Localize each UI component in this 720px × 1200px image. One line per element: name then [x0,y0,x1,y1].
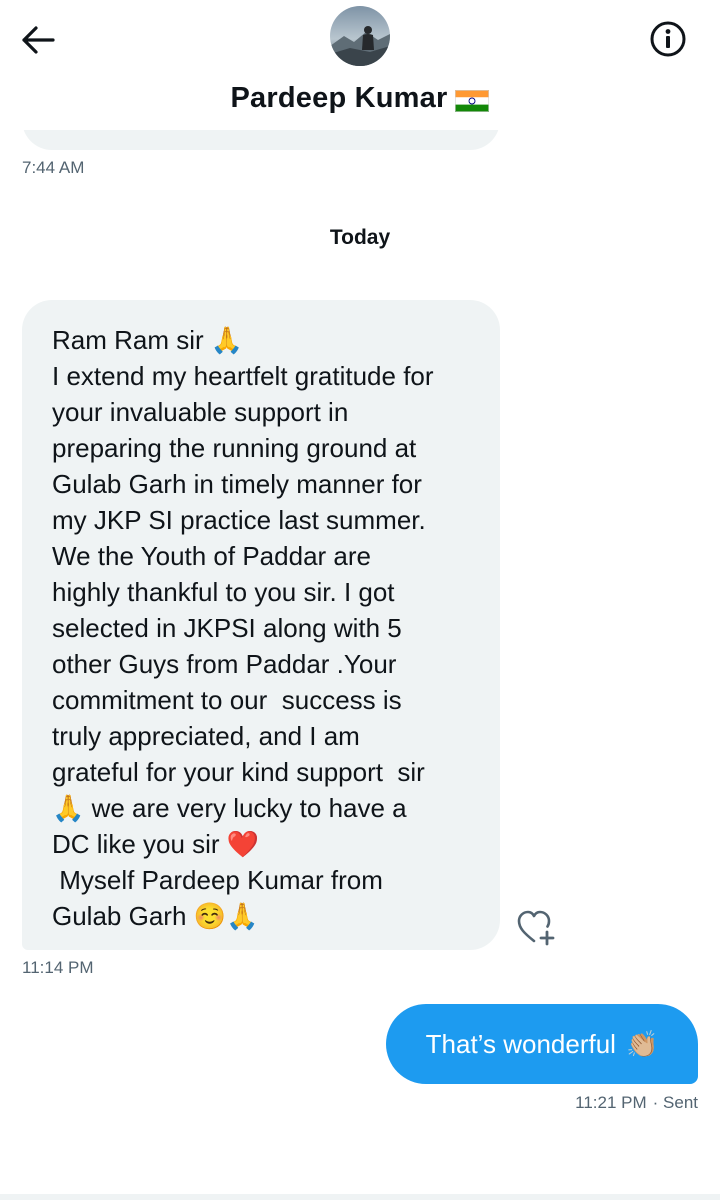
avatar[interactable] [330,6,390,66]
react-button[interactable] [516,908,558,948]
received-message-text: Ram Ram sir 🙏 I extend my heartfelt grat… [52,325,434,931]
composer-divider [0,1194,720,1200]
sent-message-timestamp: 11:21 PM [575,1093,647,1112]
sent-message-text: That’s wonderful [425,1028,616,1059]
arrow-left-icon [22,26,55,54]
info-icon [650,21,686,57]
conversation-info-button[interactable] [646,17,690,61]
sent-message-meta: 11:21 PM · Sent [575,1093,698,1113]
received-message-timestamp: 11:14 PM [22,958,94,977]
back-button[interactable] [18,20,58,60]
dm-conversation-screen: Pardeep Kumar 7:44 AM Today Ram Ram sir … [0,0,720,1200]
clapping-hands-emoji: 👏🏼 [625,1028,659,1059]
sent-status: · Sent [652,1093,698,1112]
sent-message-bubble[interactable]: That’s wonderful 👏🏼 [386,1004,698,1084]
india-flag-icon [455,87,490,112]
conversation-header: Pardeep Kumar [0,0,720,130]
contact-name-row[interactable]: Pardeep Kumar [0,80,720,116]
message-timestamp: 7:44 AM [22,158,85,177]
heart-add-icon [517,910,555,946]
avatar-image [330,6,390,66]
day-divider: Today [329,226,391,249]
contact-name: Pardeep Kumar [230,81,448,114]
received-message-bubble[interactable]: Ram Ram sir 🙏 I extend my heartfelt grat… [22,300,500,950]
